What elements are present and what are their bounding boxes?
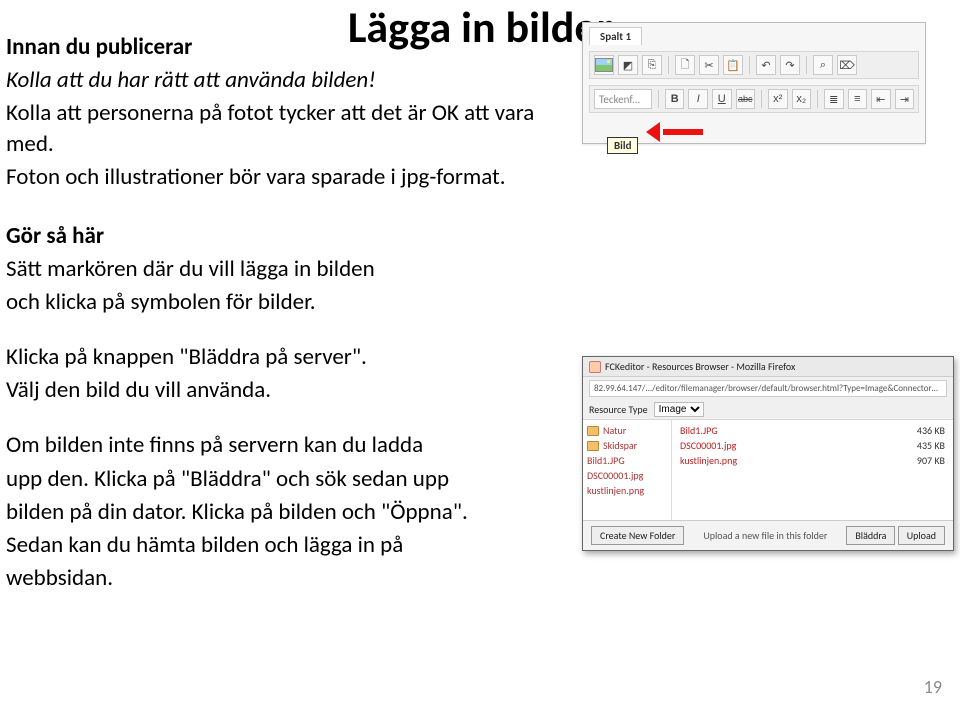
folder-label: Natur <box>603 424 626 437</box>
paragraph-cursor-b: och klicka på symbolen för bilder. <box>6 287 566 318</box>
file-size: 436 KB <box>917 424 945 437</box>
separator <box>749 56 750 74</box>
upload-label: Upload a new file in this folder <box>703 529 827 542</box>
file-row[interactable]: DSC00001.jpg 435 KB <box>680 439 945 452</box>
toolbar-row-2: Teckenf... B I U abc x² x₂ ≣ ≡ ⇤ ⇥ <box>589 85 919 113</box>
upload-button[interactable]: Upload <box>898 526 945 545</box>
folder-item[interactable]: Bild1.JPG <box>587 454 667 467</box>
paragraph-upload-c: bilden på din dator. Klicka på bilden oc… <box>6 497 566 528</box>
toolbar-button[interactable]: ⌕ <box>813 55 833 75</box>
folder-label: Skidspar <box>603 439 637 452</box>
separator <box>761 90 762 108</box>
resource-type-label: Resource Type <box>589 403 648 416</box>
toolbar-button[interactable]: 🗋 <box>675 55 695 75</box>
toolbar-button[interactable]: ⎘ <box>642 55 662 75</box>
font-select[interactable]: Teckenf... <box>594 89 652 109</box>
file-row[interactable]: kustlinjen.png 907 KB <box>680 454 945 467</box>
folder-item[interactable]: DSC00001.jpg <box>587 469 667 482</box>
separator <box>668 56 669 74</box>
callout-arrow-icon <box>653 119 703 145</box>
subscript-button[interactable]: x₂ <box>792 89 812 109</box>
toolbar-row-1: ◩ ⎘ 🗋 ✂ 📋 ↶ ↷ ⌕ ⌦ <box>589 51 919 79</box>
folder-tree: Natur Skidspar Bild1.JPG DSC00001.jpg ku… <box>583 420 672 520</box>
paragraph-browse-server-b: Välj den bild du vill använda. <box>6 375 566 406</box>
left-column: Innan du publicerar Kolla att du har rät… <box>6 32 566 596</box>
toolbar-button[interactable]: 📋 <box>723 55 743 75</box>
superscript-button[interactable]: x² <box>768 89 788 109</box>
paragraph-upload-b: upp den. Klicka på "Bläddra" och sök sed… <box>6 464 566 495</box>
figure-file-browser: FCKeditor - Resources Browser - Mozilla … <box>582 356 952 551</box>
folder-label: Bild1.JPG <box>587 454 625 467</box>
browser-footer: Create New Folder Upload a new file in t… <box>583 520 953 550</box>
paragraph-rights: Kolla att du har rätt att använda bilden… <box>6 65 566 96</box>
list-button[interactable]: ≡ <box>848 89 868 109</box>
folder-item[interactable]: Natur <box>587 424 667 437</box>
browser-body: Natur Skidspar Bild1.JPG DSC00001.jpg ku… <box>583 420 953 520</box>
outdent-button[interactable]: ⇤ <box>871 89 891 109</box>
browse-button[interactable]: Bläddra <box>846 526 895 545</box>
file-row[interactable]: Bild1.JPG 436 KB <box>680 424 945 437</box>
paragraph-cursor-a: Sätt markören där du vill lägga in bilde… <box>6 254 566 285</box>
image-button[interactable] <box>594 55 614 75</box>
separator <box>658 90 659 108</box>
file-size: 907 KB <box>917 454 945 467</box>
file-list: Bild1.JPG 436 KB DSC00001.jpg 435 KB kustl… <box>672 420 953 520</box>
file-name: Bild1.JPG <box>680 424 718 437</box>
bold-button[interactable]: B <box>665 89 685 109</box>
resource-type-select[interactable]: Image <box>654 402 704 417</box>
heading-before-publish: Innan du publicerar <box>6 32 566 63</box>
list-button[interactable]: ≣ <box>824 89 844 109</box>
paragraph-people: Kolla att personerna på fotot tycker att… <box>6 98 566 160</box>
folder-item[interactable]: kustlinjen.png <box>587 484 667 497</box>
folder-label: kustlinjen.png <box>587 484 644 497</box>
tooltip-bild: Bild <box>607 137 638 154</box>
strike-button[interactable]: abc <box>736 89 756 109</box>
indent-button[interactable]: ⇥ <box>895 89 915 109</box>
paragraph-jpg: Foton och illustrationer bör vara sparad… <box>6 162 566 193</box>
folder-icon <box>587 426 599 436</box>
paragraph-upload-d: Sedan kan du hämta bilden och lägga in p… <box>6 530 566 561</box>
underline-button[interactable]: U <box>712 89 732 109</box>
resource-toolbar: Resource Type Image <box>583 400 953 420</box>
toolbar-button[interactable]: ⌦ <box>837 55 857 75</box>
italic-button[interactable]: I <box>688 89 708 109</box>
paragraph-upload-a: Om bilden inte finns på servern kan du l… <box>6 430 566 461</box>
folder-label: DSC00001.jpg <box>587 469 643 482</box>
create-folder-button[interactable]: Create New Folder <box>591 526 684 545</box>
heading-how: Gör så här <box>6 221 566 252</box>
file-size: 435 KB <box>917 439 945 452</box>
toolbar-button[interactable]: ◩ <box>618 55 638 75</box>
page-number: 19 <box>924 676 942 698</box>
editor-panel: Spalt 1 ◩ ⎘ 🗋 ✂ 📋 ↶ ↷ ⌕ ⌦ Teckenf... B <box>582 22 926 144</box>
window-titlebar: FCKeditor - Resources Browser - Mozilla … <box>583 357 953 377</box>
browser-window: FCKeditor - Resources Browser - Mozilla … <box>582 356 954 551</box>
file-name: kustlinjen.png <box>680 454 737 467</box>
figure-editor-toolbar: Spalt 1 ◩ ⎘ 🗋 ✂ 📋 ↶ ↷ ⌕ ⌦ Teckenf... B <box>582 22 932 144</box>
toolbar-button[interactable]: ↷ <box>780 55 800 75</box>
image-icon <box>595 58 613 72</box>
file-name: DSC00001.jpg <box>680 439 736 452</box>
folder-item[interactable]: Skidspar <box>587 439 667 452</box>
separator <box>817 90 818 108</box>
window-icon <box>589 361 601 373</box>
paragraph-browse-server-a: Klicka på knappen "Bläddra på server". <box>6 342 566 373</box>
address-bar[interactable]: 82.99.64.147/.../editor/filemanager/brow… <box>589 380 947 397</box>
paragraph-upload-e: webbsidan. <box>6 563 566 594</box>
toolbar-button[interactable]: ✂ <box>699 55 719 75</box>
folder-icon <box>587 441 599 451</box>
separator <box>806 56 807 74</box>
editor-tab[interactable]: Spalt 1 <box>589 27 642 45</box>
toolbar-button[interactable]: ↶ <box>756 55 776 75</box>
window-title: FCKeditor - Resources Browser - Mozilla … <box>605 360 795 373</box>
